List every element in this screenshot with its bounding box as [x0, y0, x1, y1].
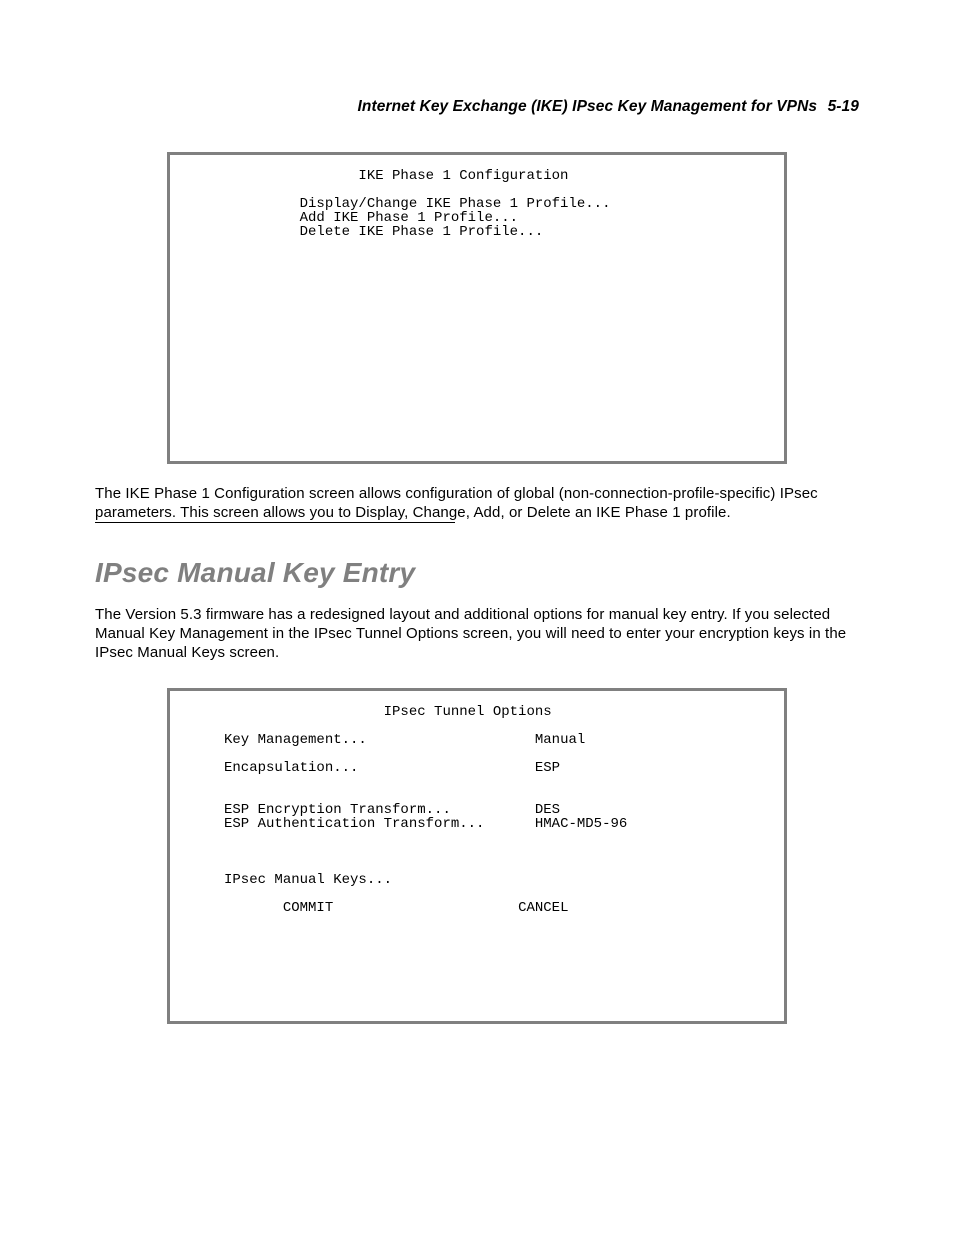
terminal2-row-value: HMAC-MD5-96 — [535, 816, 627, 832]
terminal-ipsec-tunnel: IPsec Tunnel Options Key Management... M… — [167, 688, 787, 1024]
section-heading: IPsec Manual Key Entry — [95, 557, 859, 589]
terminal2-row-value: Manual — [535, 732, 585, 748]
terminal2-row-value: ESP — [535, 760, 560, 776]
document-page: Internet Key Exchange (IKE) IPsec Key Ma… — [0, 0, 954, 1235]
terminal-content: IPsec Tunnel Options Key Management... M… — [170, 691, 784, 929]
cancel-button: CANCEL — [518, 900, 568, 916]
header-page-number: 5-19 — [828, 98, 859, 115]
running-header: Internet Key Exchange (IKE) IPsec Key Ma… — [95, 98, 859, 116]
terminal2-row-label: ESP Authentication Transform... — [182, 816, 535, 832]
terminal2-row-label: Encapsulation... — [182, 760, 535, 776]
terminal1-title: IKE Phase 1 Configuration — [182, 168, 568, 184]
commit-button: COMMIT — [182, 900, 518, 916]
terminal2-row-label: IPsec Manual Keys... — [182, 872, 392, 888]
terminal-ike-phase1: IKE Phase 1 Configuration Display/Change… — [167, 152, 787, 464]
paragraph-2: The Version 5.3 firmware has a redesigne… — [95, 605, 859, 662]
terminal-content: IKE Phase 1 Configuration Display/Change… — [170, 155, 784, 253]
paragraph-1: The IKE Phase 1 Configuration screen all… — [95, 484, 859, 522]
terminal2-row-label: Key Management... — [182, 732, 535, 748]
terminal1-item: Delete IKE Phase 1 Profile... — [182, 224, 543, 240]
header-title: Internet Key Exchange (IKE) IPsec Key Ma… — [357, 98, 817, 115]
section-rule — [95, 522, 455, 523]
terminal2-title: IPsec Tunnel Options — [182, 704, 552, 720]
